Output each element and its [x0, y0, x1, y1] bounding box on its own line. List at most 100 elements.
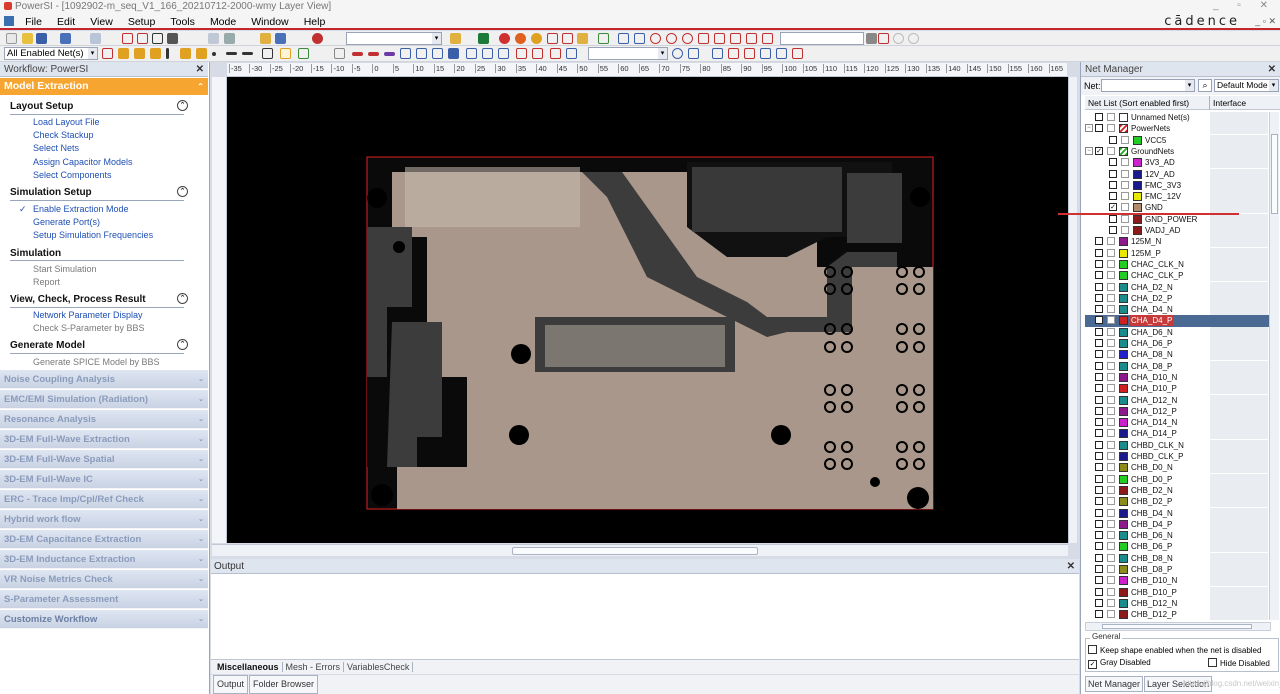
net-enable-checkbox[interactable]: [1095, 542, 1103, 551]
net-list-vertical-scrollbar[interactable]: [1269, 112, 1279, 620]
net-interface-cell[interactable]: [1210, 462, 1268, 474]
toolbar-combo-3[interactable]: ▾: [588, 47, 668, 60]
net-enable-checkbox[interactable]: ✓: [1095, 146, 1103, 155]
net-row[interactable]: 3V3_AD: [1085, 157, 1271, 169]
document-window-controls[interactable]: _ ▫ ✕: [1255, 16, 1276, 27]
net-row[interactable]: − PowerNets: [1085, 123, 1271, 135]
net-row[interactable]: CHAC_CLK_N: [1085, 258, 1271, 270]
link-generate-spice-model-by-bbs[interactable]: Generate SPICE Model by BBS: [33, 357, 160, 367]
net-interface-cell[interactable]: [1210, 213, 1268, 225]
net-enable-checkbox[interactable]: [1095, 598, 1103, 607]
box-icon-3[interactable]: [432, 48, 443, 59]
net-row[interactable]: − ✓ GroundNets: [1085, 145, 1271, 157]
collapse-icon[interactable]: ⌃: [177, 186, 188, 197]
net-row[interactable]: GND_POWER: [1085, 213, 1271, 225]
menu-window[interactable]: Window: [245, 14, 294, 30]
net-secondary-checkbox[interactable]: [1107, 598, 1115, 607]
net-enable-checkbox[interactable]: [1095, 384, 1103, 393]
workflow-group-s-parameter-assessment[interactable]: S-Parameter Assessment ⌄: [0, 590, 208, 609]
search-icon[interactable]: [672, 48, 683, 59]
net-enable-checkbox[interactable]: [1109, 135, 1117, 144]
net-interface-cell[interactable]: [1210, 292, 1268, 304]
net-row[interactable]: ✓ GND: [1085, 202, 1271, 214]
net-color-swatch[interactable]: [1119, 474, 1128, 484]
net-interface-cell[interactable]: [1210, 247, 1268, 259]
net-secondary-checkbox[interactable]: [1107, 542, 1115, 551]
net-color-swatch[interactable]: [1119, 497, 1128, 507]
section-layout-setup[interactable]: Layout Setup ⌃: [10, 100, 188, 112]
net-interface-cell[interactable]: [1210, 439, 1268, 451]
link-select-components[interactable]: Select Components: [33, 170, 112, 180]
net-secondary-checkbox[interactable]: [1107, 316, 1115, 325]
section-simulation-setup[interactable]: Simulation Setup ⌃: [10, 186, 188, 198]
table-icon[interactable]: [466, 48, 477, 59]
net-enable-checkbox[interactable]: [1095, 350, 1103, 359]
workflow-group-hybrid[interactable]: Hybrid work flow ⌄: [0, 510, 208, 529]
net-secondary-checkbox[interactable]: [1107, 305, 1115, 314]
net-row[interactable]: CHA_D6_P: [1085, 338, 1271, 349]
net-color-swatch[interactable]: [1119, 429, 1128, 439]
measure-icon[interactable]: [714, 33, 725, 44]
net-interface-cell[interactable]: [1210, 168, 1268, 180]
net-secondary-checkbox[interactable]: [1121, 180, 1129, 189]
net-interface-cell[interactable]: [1210, 405, 1268, 417]
off-icon[interactable]: [262, 48, 273, 59]
net-enable-checkbox[interactable]: [1109, 226, 1117, 234]
comp-view-icon[interactable]: [744, 48, 755, 59]
port-icon[interactable]: [352, 52, 363, 56]
record-icon[interactable]: [312, 33, 323, 44]
net-interface-cell[interactable]: [1210, 326, 1268, 338]
layer-view-icon[interactable]: [728, 48, 739, 59]
close-icon[interactable]: ✕: [1268, 62, 1276, 77]
workflow-group-vr-noise-metrics[interactable]: VR Noise Metrics Check ⌄: [0, 570, 208, 589]
column-net-list[interactable]: Net List (Sort enabled first): [1088, 96, 1208, 110]
trace-icon[interactable]: [118, 48, 129, 59]
canvas-horizontal-scrollbar[interactable]: [212, 544, 1068, 556]
net-interface-cell[interactable]: [1210, 518, 1268, 530]
net-row[interactable]: CHA_D14_P: [1085, 428, 1271, 440]
stack-icon[interactable]: [448, 48, 459, 59]
scrollbar-thumb[interactable]: [512, 547, 758, 555]
net-secondary-checkbox[interactable]: [1107, 463, 1115, 472]
menu-tools[interactable]: Tools: [164, 14, 201, 30]
net-row[interactable]: CHA_D4_P: [1085, 315, 1271, 327]
net-row[interactable]: CHB_D0_P: [1085, 473, 1271, 485]
line-icon[interactable]: [226, 52, 237, 55]
net-row[interactable]: CHA_D10_N: [1085, 371, 1271, 383]
grid-icon[interactable]: [562, 33, 573, 44]
net-interface-cell[interactable]: [1210, 473, 1268, 485]
zoom-fit-icon[interactable]: [137, 33, 148, 44]
net-enable-checkbox[interactable]: [1095, 316, 1103, 325]
scrollbar-thumb[interactable]: [1271, 134, 1278, 214]
align-icon[interactable]: [878, 33, 889, 44]
net-enable-checkbox[interactable]: [1109, 158, 1117, 167]
net-enable-checkbox[interactable]: [1095, 463, 1103, 472]
zoom-region-icon[interactable]: [152, 33, 163, 44]
net-interface-cell[interactable]: [1210, 258, 1268, 270]
net-secondary-checkbox[interactable]: [1107, 361, 1115, 370]
net-color-swatch[interactable]: [1119, 124, 1128, 134]
find-icon[interactable]: [688, 48, 699, 59]
keep-shape-option[interactable]: Keep shape enabled when the net is disab…: [1088, 645, 1261, 656]
net-row[interactable]: CHA_D4_N: [1085, 304, 1271, 316]
net-interface-cell[interactable]: [1210, 225, 1268, 236]
net-color-swatch[interactable]: [1119, 576, 1128, 586]
net-interface-cell[interactable]: [1210, 157, 1268, 169]
link-check-stackup[interactable]: Check Stackup: [33, 130, 94, 140]
net-color-swatch[interactable]: [1119, 485, 1128, 495]
net-row[interactable]: 125M_P: [1085, 247, 1271, 259]
net-interface-cell[interactable]: [1210, 304, 1268, 316]
net-row[interactable]: CHA_D14_N: [1085, 417, 1271, 429]
net-row[interactable]: CHAC_CLK_P: [1085, 270, 1271, 282]
net-list-horizontal-scrollbar[interactable]: [1085, 622, 1271, 631]
net-enable-checkbox[interactable]: [1095, 406, 1103, 415]
flip-icon[interactable]: [334, 48, 345, 59]
tool-icon[interactable]: [260, 33, 271, 44]
combo-dropdown-icon[interactable]: [866, 33, 877, 44]
ruler-icon[interactable]: [550, 48, 561, 59]
tab-net-manager[interactable]: Net Manager: [1085, 676, 1144, 692]
close-icon[interactable]: ✕: [196, 62, 204, 77]
net-interface-cell[interactable]: [1210, 530, 1268, 542]
collapse-icon[interactable]: ⌃: [177, 293, 188, 304]
net-row[interactable]: CHA_D8_N: [1085, 349, 1271, 361]
